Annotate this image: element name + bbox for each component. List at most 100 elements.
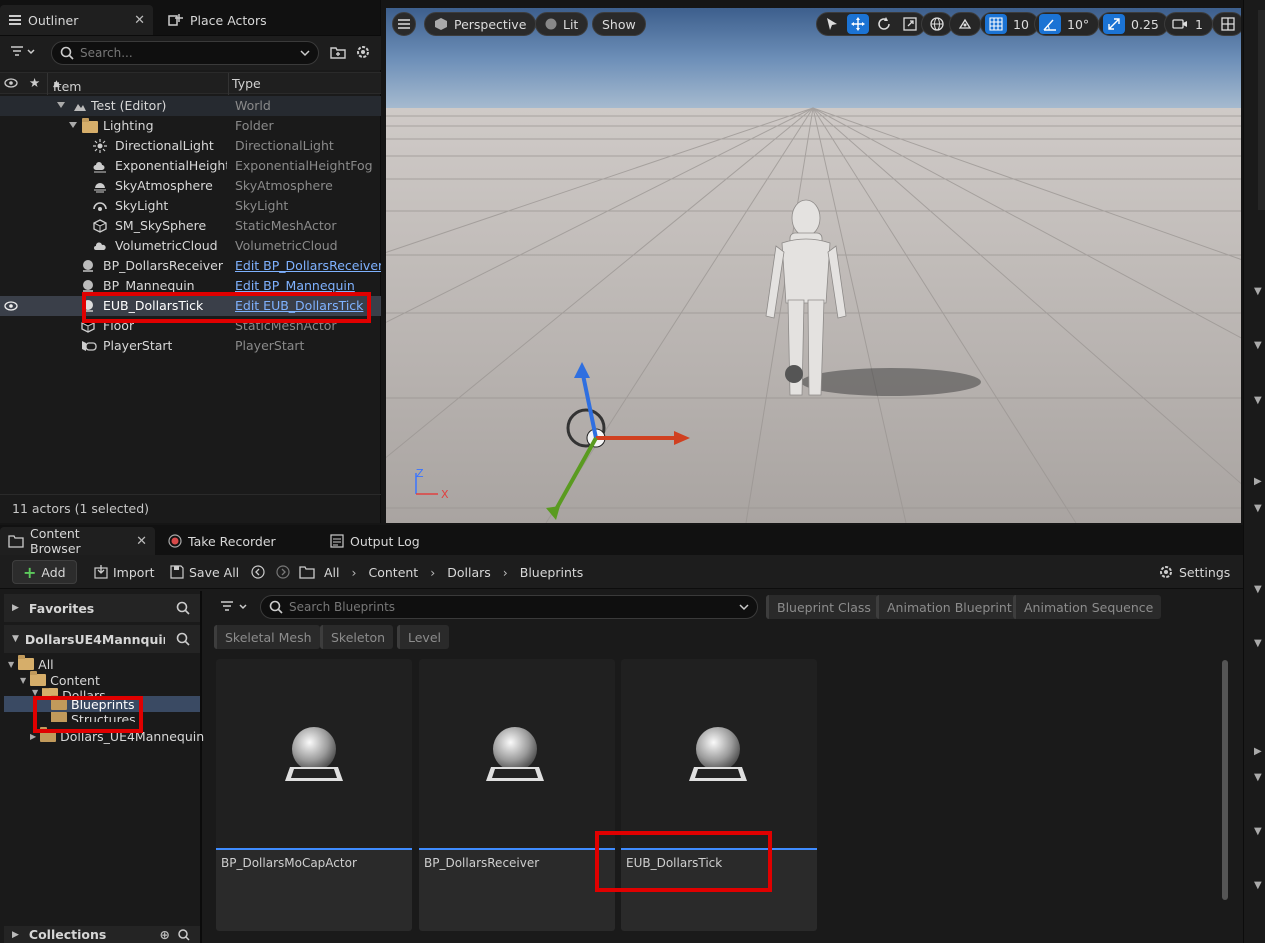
- filter-chip[interactable]: Skeleton: [320, 625, 394, 649]
- breadcrumb-blueprints[interactable]: Blueprints: [520, 565, 584, 580]
- filter-chip[interactable]: Skeletal Mesh: [214, 625, 320, 649]
- asset-search-input[interactable]: Search Blueprints: [260, 595, 758, 619]
- chevron-down-icon[interactable]: [56, 101, 66, 109]
- tree-row-sky-sphere[interactable]: SM_SkySphere StaticMeshActor: [0, 216, 381, 236]
- surface-snap-icon[interactable]: [954, 14, 976, 34]
- show-button[interactable]: Show: [592, 12, 646, 36]
- tree-item-blueprints[interactable]: Blueprints: [51, 695, 135, 712]
- tree-item-content[interactable]: ▼ Content: [20, 671, 100, 688]
- breadcrumb-dollars[interactable]: Dollars: [447, 565, 491, 580]
- asset-scrollbar[interactable]: [1222, 660, 1228, 900]
- chevron-down-icon[interactable]: ▼: [1254, 880, 1262, 891]
- perspective-button[interactable]: Perspective: [424, 12, 537, 36]
- add-collection-icon[interactable]: ⊕: [160, 927, 170, 942]
- gear-icon[interactable]: [355, 44, 371, 60]
- tab-take-recorder[interactable]: Take Recorder: [160, 527, 284, 555]
- chevron-down-icon[interactable]: [739, 603, 749, 611]
- edit-blueprint-link[interactable]: Edit BP_DollarsReceiver: [235, 258, 381, 273]
- chevron-down-icon[interactable]: ▼: [1254, 503, 1262, 514]
- tab-place-actors[interactable]: Place Actors: [160, 5, 275, 35]
- tree-row-directional-light[interactable]: DirectionalLight DirectionalLight: [0, 136, 381, 156]
- eye-icon[interactable]: [4, 77, 18, 89]
- chevron-down-icon[interactable]: ▼: [1254, 638, 1262, 649]
- tab-outliner[interactable]: Outliner ✕: [0, 5, 153, 35]
- filter-chip[interactable]: Animation Sequence: [1013, 595, 1162, 619]
- settings-button[interactable]: Settings: [1158, 560, 1230, 584]
- filter-icon[interactable]: [10, 45, 36, 59]
- asset-tile[interactable]: EUB_DollarsTick: [621, 659, 817, 931]
- chevron-down-icon[interactable]: ▼: [1254, 826, 1262, 837]
- chevron-down-icon[interactable]: ▼: [8, 660, 14, 669]
- back-icon[interactable]: [251, 560, 265, 584]
- filter-chip[interactable]: Animation Blueprint: [876, 595, 1020, 619]
- chevron-down-icon[interactable]: ▼: [1254, 772, 1262, 783]
- lit-button[interactable]: Lit: [535, 12, 589, 36]
- grid-snap-group[interactable]: 10: [980, 12, 1039, 36]
- grid-icon[interactable]: [985, 14, 1007, 34]
- camera-speed-group[interactable]: 1: [1164, 12, 1213, 36]
- scale-icon[interactable]: [899, 14, 921, 34]
- tree-row-floor[interactable]: Floor StaticMeshActor: [0, 316, 381, 336]
- chevron-right-icon[interactable]: ▶: [12, 930, 19, 940]
- edit-blueprint-link[interactable]: Edit BP_Mannequin: [235, 278, 381, 293]
- filter-chip[interactable]: Blueprint Class: [766, 595, 879, 619]
- chevron-right-icon[interactable]: ▶: [30, 732, 36, 741]
- viewport-menu-button[interactable]: [392, 12, 416, 36]
- chevron-down-icon[interactable]: ▼: [20, 676, 26, 685]
- edit-blueprint-link[interactable]: Edit EUB_DollarsTick: [235, 298, 381, 313]
- chevron-right-icon[interactable]: ▶: [12, 603, 19, 613]
- rotate-icon[interactable]: [873, 14, 895, 34]
- filter-chip[interactable]: Level: [397, 625, 449, 649]
- save-all-button[interactable]: Save All: [170, 560, 239, 584]
- close-icon[interactable]: ✕: [134, 13, 145, 28]
- select-arrow-icon[interactable]: [821, 14, 843, 34]
- chevron-right-icon[interactable]: ›: [430, 565, 435, 580]
- chevron-down-icon[interactable]: ▼: [12, 634, 19, 644]
- chevron-down-icon[interactable]: ▼: [1254, 340, 1262, 351]
- tree-item-structures[interactable]: Structures: [51, 712, 136, 722]
- project-header[interactable]: ▼ DollarsUE4MannquininEd: [4, 625, 200, 653]
- camera-icon[interactable]: [1169, 14, 1191, 34]
- move-icon[interactable]: [847, 14, 869, 34]
- globe-icon[interactable]: [926, 14, 948, 34]
- search-icon[interactable]: [176, 632, 190, 646]
- chevron-down-icon[interactable]: [300, 49, 310, 57]
- tab-output-log[interactable]: Output Log: [322, 527, 428, 555]
- layout-button[interactable]: [1212, 12, 1241, 36]
- forward-icon[interactable]: [276, 560, 290, 584]
- chevron-down-icon[interactable]: ▼: [1254, 395, 1262, 406]
- tree-row-mannequin[interactable]: BP_Mannequin Edit BP_Mannequin: [0, 276, 381, 296]
- chevron-right-icon[interactable]: ▶: [1254, 746, 1262, 757]
- folder-icon[interactable]: [299, 560, 315, 584]
- tree-item-dollars-ue4mannequin[interactable]: ▶ Dollars_UE4Mannequin: [30, 727, 204, 744]
- tree-row-world[interactable]: Test (Editor) World: [0, 96, 381, 116]
- chevron-right-icon[interactable]: ›: [352, 565, 357, 580]
- tree-row-player-start[interactable]: PlayerStart PlayerStart: [0, 336, 381, 356]
- chevron-right-icon[interactable]: ▶: [1254, 476, 1262, 487]
- collections-header[interactable]: ▶ Collections ⊕: [4, 926, 200, 943]
- star-icon[interactable]: ★: [29, 75, 40, 90]
- tree-item-all[interactable]: ▼ All: [8, 655, 54, 672]
- outliner-search-input[interactable]: Search...: [51, 41, 319, 65]
- angle-icon[interactable]: [1039, 14, 1061, 34]
- new-folder-icon[interactable]: [330, 45, 346, 59]
- search-icon[interactable]: [178, 928, 190, 941]
- asset-tile[interactable]: BP_DollarsMoCapActor: [216, 659, 412, 931]
- level-viewport[interactable]: Z X Perspective Lit Show 10 10° 0.25 1: [386, 8, 1241, 523]
- import-button[interactable]: Import: [94, 560, 155, 584]
- tree-row-height-fog[interactable]: ExponentialHeightFc ExponentialHeightFog: [0, 156, 381, 176]
- rotation-snap-group[interactable]: 10°: [1034, 12, 1100, 36]
- breadcrumb-content[interactable]: Content: [369, 565, 419, 580]
- breadcrumb-all[interactable]: All: [324, 565, 340, 580]
- column-type[interactable]: Type: [232, 76, 261, 91]
- tree-row-sky-atmosphere[interactable]: SkyAtmosphere SkyAtmosphere: [0, 176, 381, 196]
- scale-snap-group[interactable]: 0.25: [1098, 12, 1169, 36]
- chevron-down-icon[interactable]: ▼: [1254, 584, 1262, 595]
- chevron-down-icon[interactable]: [68, 121, 78, 129]
- chevron-right-icon[interactable]: ›: [503, 565, 508, 580]
- tree-row-lighting[interactable]: Lighting Folder: [0, 116, 381, 136]
- close-icon[interactable]: ✕: [136, 534, 147, 549]
- filter-icon[interactable]: [220, 600, 250, 614]
- asset-tile[interactable]: BP_DollarsReceiver: [419, 659, 615, 931]
- tab-content-browser[interactable]: Content Browser ✕: [0, 526, 155, 556]
